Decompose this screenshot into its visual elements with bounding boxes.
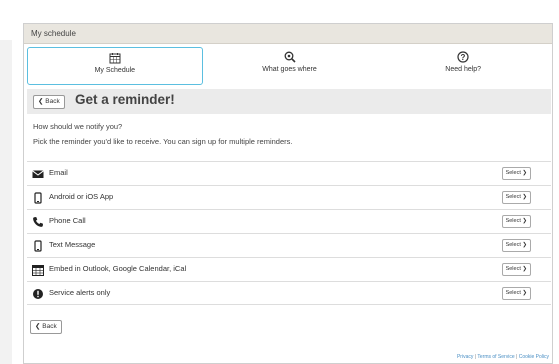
tab-label: My Schedule [94,67,136,74]
search-recycle-icon [284,51,296,63]
option-row-email: Email Select ❯ [27,161,551,185]
page-header: ❮ Back Get a reminder! [27,89,551,114]
tab-label: What goes where [262,66,317,73]
select-phone-button[interactable]: Select ❯ [501,215,531,228]
calendar-icon [32,265,44,276]
select-label: Select [505,170,521,176]
select-text-button[interactable]: Select ❯ [501,239,531,252]
select-app-button[interactable]: Select ❯ [501,191,531,204]
chevron-right-icon: ❯ [522,242,527,248]
select-label: Select [505,218,521,224]
left-background-strip [0,40,12,364]
calendar-icon [109,53,121,64]
phone-icon [33,217,43,227]
envelope-icon [32,170,44,178]
svg-text:?: ? [461,53,466,62]
alert-icon [33,289,43,299]
select-calendar-button[interactable]: Select ❯ [501,263,531,276]
chevron-right-icon: ❯ [522,170,527,176]
chevron-right-icon: ❯ [522,266,527,272]
option-row-phone: Phone Call Select ❯ [27,209,551,233]
chevron-right-icon: ❯ [522,194,527,200]
option-row-calendar: Embed in Outlook, Google Calendar, iCal … [27,257,551,281]
chevron-right-icon: ❯ [522,218,527,224]
chevron-left-icon: ❮ [38,98,44,105]
bottom-back-button[interactable]: ❮ Back [30,320,62,334]
notify-question: How should we notify you? [33,122,123,131]
option-label: Service alerts only [49,288,111,297]
terms-link[interactable]: Terms of Service [477,354,514,360]
tab-what-goes-where[interactable]: What goes where [203,47,377,85]
privacy-link[interactable]: Privacy [457,354,473,360]
tab-label: Need help? [445,66,482,73]
select-label: Select [505,242,521,248]
select-label: Select [505,266,521,272]
select-email-button[interactable]: Select ❯ [501,167,531,180]
option-label: Phone Call [49,216,86,225]
schedule-widget: My schedule My Schedule What goes where [23,23,553,364]
chevron-left-icon: ❮ [35,323,41,330]
mobile-icon [34,192,42,204]
window-title: My schedule [24,24,552,44]
back-button-label: Back [42,323,57,330]
option-row-text: Text Message Select ❯ [27,233,551,257]
footer-separator: | [516,354,518,360]
option-row-alerts: Service alerts only Select ❯ [27,281,551,305]
help-icon: ? [457,51,469,63]
chevron-right-icon: ❯ [522,290,527,296]
back-button-label: Back [45,98,60,105]
page-title: Get a reminder! [75,92,175,107]
option-label: Embed in Outlook, Google Calendar, iCal [49,264,187,273]
reminder-instruction: Pick the reminder you'd like to receive.… [33,137,293,146]
option-label: Text Message [49,240,96,249]
back-button[interactable]: ❮ Back [33,95,65,109]
mobile-icon [34,240,42,252]
select-label: Select [505,290,521,296]
option-label: Android or iOS App [49,192,114,201]
tab-bar: My Schedule What goes where ? Need help? [27,47,550,85]
select-label: Select [505,194,521,200]
option-row-app: Android or iOS App Select ❯ [27,185,551,209]
footer-links: Privacy | Terms of Service | Cookie Poli… [457,354,549,360]
tab-my-schedule[interactable]: My Schedule [27,47,203,85]
tab-need-help[interactable]: ? Need help? [376,47,550,85]
reminder-options-list: Email Select ❯ Android or iOS App Select… [27,161,551,305]
option-label: Email [49,168,68,177]
select-alerts-button[interactable]: Select ❯ [501,287,531,300]
footer-separator: | [474,354,477,360]
cookie-policy-link[interactable]: Cookie Policy [519,354,549,360]
